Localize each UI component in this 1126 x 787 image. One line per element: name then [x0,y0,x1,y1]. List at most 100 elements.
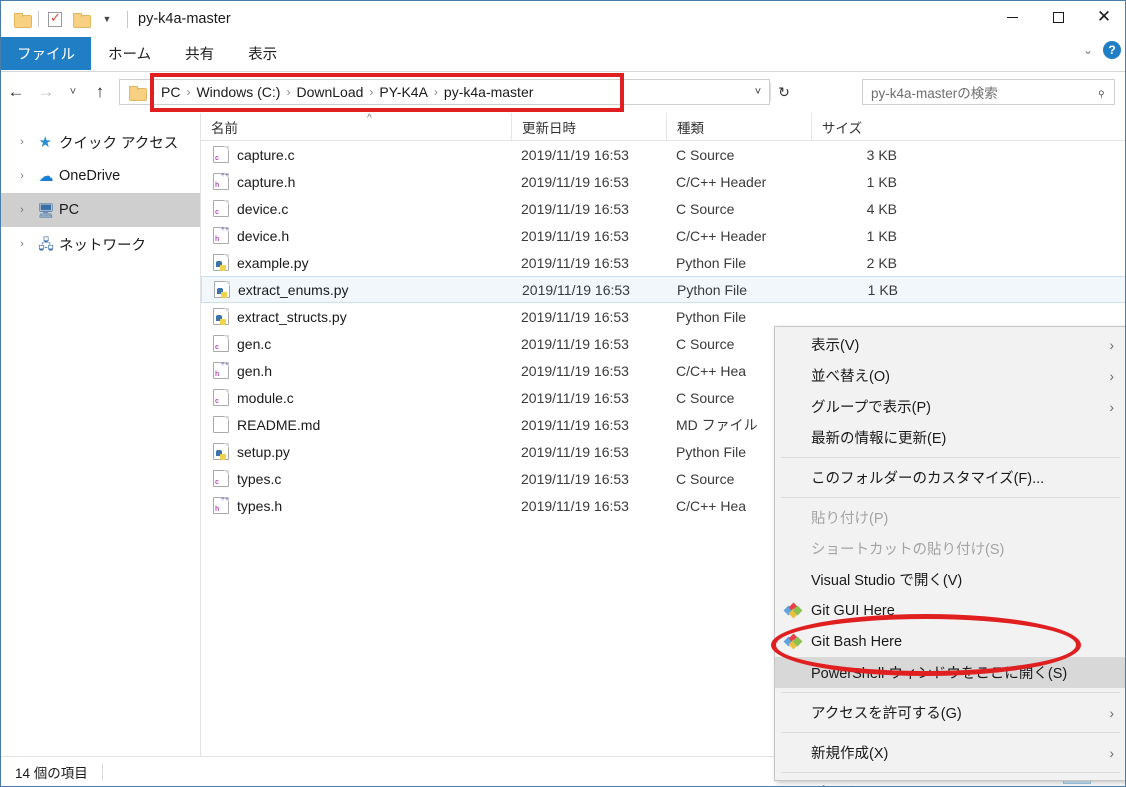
file-name-cell[interactable]: h ++ device.h [201,227,511,244]
tab-view[interactable]: 表示 [231,37,294,70]
file-name-cell[interactable]: c gen.c [201,335,511,352]
breadcrumb-item-pc[interactable]: PC [156,84,185,100]
menu-separator [781,732,1120,733]
column-header-size[interactable]: サイズ [811,112,911,141]
up-button[interactable]: ↑ [85,77,115,107]
chevron-right-icon: › [1109,704,1114,721]
file-name-cell[interactable]: c device.c [201,200,511,217]
menu-item-f[interactable]: このフォルダーのカスタマイズ(F)... [775,462,1125,493]
table-row[interactable]: h ++ device.h 2019/11/19 16:53 C/C++ Header 1… [201,222,1125,249]
back-button[interactable]: ← [1,77,31,107]
menu-item-o[interactable]: 並べ替え(O) › [775,360,1125,391]
file-name-cell[interactable]: h ++ capture.h [201,173,511,190]
sidebar-item-pc[interactable]: › 🖥 PC [1,193,200,227]
table-row[interactable]: extract_enums.py 2019/11/19 16:53 Python F… [201,276,1125,303]
menu-item-powershell-s[interactable]: PowerShell ウィンドウをここに開く(S) [775,657,1125,688]
file-name-cell[interactable]: c types.c [201,470,511,487]
menu-item-label: Visual Studio で開く(V) [811,573,963,589]
tab-share[interactable]: 共有 [168,37,231,70]
breadcrumb[interactable]: › PC › Windows (C:) › DownLoad › PY-K4A … [150,84,747,100]
column-header-type[interactable]: 種類 [666,112,811,141]
expander-icon[interactable]: › [11,238,33,250]
table-row[interactable]: c device.c 2019/11/19 16:53 C Source 4 KB [201,195,1125,222]
sidebar-item-network[interactable]: › 🖧 ネットワーク [1,227,200,261]
table-row[interactable]: h ++ capture.h 2019/11/19 16:53 C/C++ Header… [201,168,1125,195]
file-name-cell[interactable]: extract_structs.py [201,308,511,325]
menu-item-git-bash-here[interactable]: Git Bash Here [775,626,1125,657]
breadcrumb-item-py-k4a[interactable]: PY-K4A [374,84,433,100]
chevron-right-icon: › [1109,398,1114,415]
search-icon[interactable]: ⌕ [1086,77,1116,107]
column-header-date[interactable]: 更新日時 [511,112,666,141]
file-name-cell[interactable]: c module.c [201,389,511,406]
file-name-label: README.md [237,416,321,433]
expander-icon[interactable]: › [11,170,33,182]
file-date-cell: 2019/11/19 16:53 [521,308,629,325]
file-date-cell: 2019/11/19 16:53 [521,146,629,163]
h-file-icon: h ++ [213,173,229,190]
file-size-cell: 1 KB [866,227,897,244]
menu-item-label: Git Bash Here [811,633,903,650]
minimize-button[interactable] [989,1,1035,33]
title-divider [127,10,128,28]
menu-item-e[interactable]: 最新の情報に更新(E) [775,422,1125,453]
help-icon[interactable]: ? [1103,41,1121,59]
menu-item-label: 並べ替え(O) [811,369,890,385]
file-size-cell: 2 KB [866,254,897,271]
sidebar-item-quick-access[interactable]: › ★ クイック アクセス [1,125,200,159]
sidebar-item-onedrive[interactable]: › ☁ OneDrive [1,159,200,193]
ribbon-tabs: ファイル ホーム 共有 表示 ⌄ ? [1,37,1125,72]
menu-item-v[interactable]: 表示(V) › [775,329,1125,360]
file-name-label: example.py [237,254,309,271]
expander-icon[interactable]: › [11,136,33,148]
expander-icon[interactable]: › [11,204,33,216]
close-icon[interactable]: ✕ [1081,1,1125,33]
star-icon: ★ [38,133,52,151]
qat-divider [38,11,39,27]
file-date-cell: 2019/11/19 16:53 [522,281,630,298]
address-dropdown-icon[interactable]: ˅ [747,86,769,98]
menu-item-p[interactable]: グループで表示(P) › [775,391,1125,422]
chevron-down-icon[interactable]: ⌄ [1083,43,1093,57]
file-size-cell: 3 KB [866,146,897,163]
cloud-icon: ☁ [38,167,54,185]
recent-locations-button[interactable]: ˅ [61,77,85,107]
address-bar[interactable]: › PC › Windows (C:) › DownLoad › PY-K4A … [119,79,770,105]
tab-file[interactable]: ファイル [1,37,91,70]
menu-item-x[interactable]: 新規作成(X) › [775,737,1125,768]
column-header-name[interactable]: 名前 [201,113,511,141]
properties-icon[interactable] [42,6,68,32]
table-row[interactable]: c capture.c 2019/11/19 16:53 C Source 3 KB [201,141,1125,168]
tab-home[interactable]: ホーム [91,37,168,70]
breadcrumb-item-py-k4a-master[interactable]: py-k4a-master [439,84,538,100]
file-name-cell[interactable]: example.py [201,254,511,271]
menu-item-visual-studio-v[interactable]: Visual Studio で開く(V) [775,564,1125,595]
search-placeholder: py-k4a-masterの検索 [871,86,998,101]
menu-item-g[interactable]: アクセスを許可する(G) › [775,697,1125,728]
refresh-icon[interactable]: ↻ [771,84,797,101]
search-input[interactable]: py-k4a-masterの検索 ⌕ [862,79,1115,105]
menu-item-git-gui-here[interactable]: Git GUI Here [775,595,1125,626]
item-count-label: 14 個の項目 [15,765,88,781]
file-name-cell[interactable]: README.md [201,416,511,433]
file-name-label: setup.py [237,443,290,460]
file-date-cell: 2019/11/19 16:53 [521,416,629,433]
sidebar-item-label: クイック アクセス [59,135,179,152]
file-name-cell[interactable]: setup.py [201,443,511,460]
maximize-button[interactable] [1035,1,1081,33]
menu-item-r[interactable]: プロパティ(R) [775,777,1125,786]
ribbon-right-controls: ⌄ ? [1083,41,1121,59]
table-row[interactable]: example.py 2019/11/19 16:53 Python File 2 K… [201,249,1125,276]
new-folder-icon[interactable] [68,6,94,32]
file-name-cell[interactable]: extract_enums.py [202,281,512,298]
file-name-cell[interactable]: c capture.c [201,146,511,163]
file-name-cell[interactable]: h ++ gen.h [201,362,511,379]
breadcrumb-item-windows-c[interactable]: Windows (C:) [191,84,285,100]
menu-item-label: 貼り付け(P) [811,511,889,527]
navigation-pane: › ★ クイック アクセス › ☁ OneDrive › 🖥 PC › 🖧 ネッ… [1,113,201,758]
chevron-down-icon[interactable]: ▼ [94,6,120,32]
file-type-cell: Python File [676,254,747,271]
file-name-cell[interactable]: h ++ types.h [201,497,511,514]
breadcrumb-item-download[interactable]: DownLoad [291,84,368,100]
c-file-icon: c [213,335,229,352]
